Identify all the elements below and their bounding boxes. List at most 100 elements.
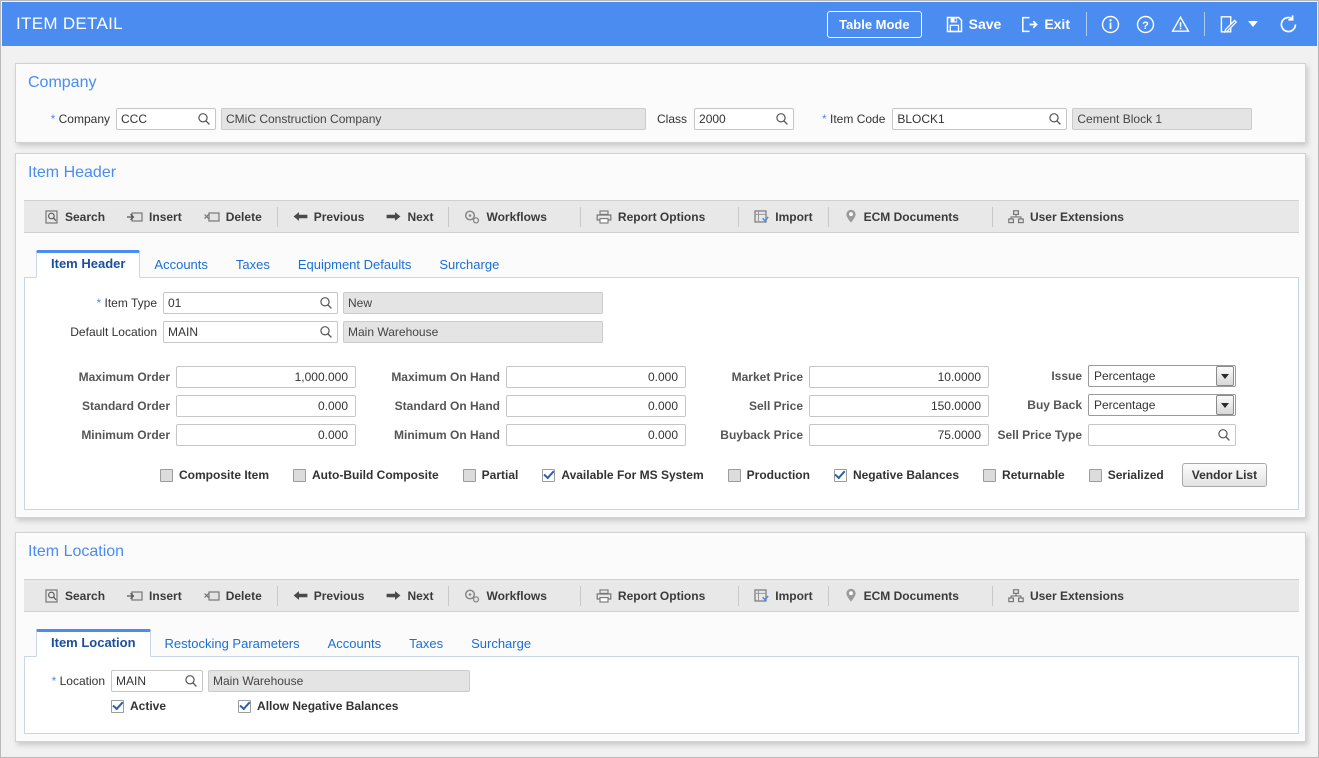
class-field-group: Class 2000 [657,108,795,130]
report-options-button[interactable]: Report Options [585,200,716,233]
save-icon [946,16,963,33]
item-type-search-icon[interactable] [319,296,333,310]
standard-order-input[interactable]: 0.000 [176,395,356,417]
report-options-button[interactable]: Report Options [585,579,716,612]
tab-taxes[interactable]: Taxes [222,252,284,278]
checkbox-production[interactable]: Production [727,468,810,482]
sell-price-type-search-icon[interactable] [1217,428,1231,442]
market-price-row: Market Price 10.0000 [693,366,989,388]
delete-label: Delete [225,209,262,224]
sell-price-type-input[interactable] [1088,424,1236,446]
tab-item-location[interactable]: Item Location [36,629,151,657]
notes-chevron-down-icon[interactable] [1248,21,1258,27]
user-extensions-button[interactable]: User Extensions [997,579,1135,612]
tab-surcharge[interactable]: Surcharge [425,252,513,278]
company-search-icon[interactable] [197,112,211,126]
actionbar-divider-5 [827,206,829,227]
table-mode-button[interactable]: Table Mode [827,10,922,38]
checkbox-partial[interactable]: Partial [462,468,518,482]
report-options-chevron-down-icon[interactable] [716,579,734,612]
item-type-input[interactable]: 01 [163,292,338,314]
workflows-button[interactable]: Workflows [453,200,557,233]
next-button[interactable]: Next [375,200,444,233]
insert-button[interactable]: Insert [116,579,193,612]
class-input[interactable]: 2000 [694,108,795,130]
buy-back-chevron-down-icon[interactable] [1216,395,1234,415]
ecm-documents-chevron-down-icon[interactable] [970,200,988,233]
delete-button[interactable]: Delete [193,200,273,233]
workflows-chevron-down-icon[interactable] [558,579,576,612]
tab-surcharge[interactable]: Surcharge [457,631,545,657]
item-header-tabpane: * Item Type 01 New Default Location MAIN [24,278,1299,510]
search-button[interactable]: Search [34,579,116,612]
buyback-price-input[interactable]: 75.0000 [809,424,989,446]
checkbox-negative-balances[interactable]: Negative Balances [833,468,959,482]
location-input[interactable]: MAIN [111,670,203,692]
user-extensions-icon [1008,588,1024,603]
checkbox-active[interactable]: Active [111,699,166,713]
vendor-list-button[interactable]: Vendor List [1181,463,1268,487]
checkbox-auto-build-composite[interactable]: Auto-Build Composite [293,468,439,482]
default-location-input[interactable]: MAIN [163,321,338,343]
refresh-icon[interactable] [1270,14,1307,35]
actionbar-divider-1 [276,206,278,227]
checkbox-composite-item[interactable]: Composite Item [160,468,269,482]
exit-label: Exit [1044,16,1070,32]
save-button[interactable]: Save [936,2,1012,46]
issue-row: Issue Percentage [987,365,1236,387]
warning-icon[interactable] [1163,15,1198,34]
tab-accounts[interactable]: Accounts [140,252,221,278]
search-button[interactable]: Search [34,200,116,233]
company-code-input[interactable]: CCC [116,108,216,130]
item-code-input[interactable]: BLOCK1 [892,108,1068,130]
tab-restocking-parameters[interactable]: Restocking Parameters [151,631,314,657]
notes-icon[interactable] [1211,15,1246,34]
minimum-on-hand-input[interactable]: 0.000 [506,424,686,446]
help-icon[interactable]: ? [1128,15,1163,34]
workflows-chevron-down-icon[interactable] [558,200,576,233]
buy-back-select[interactable]: Percentage [1088,394,1236,416]
standard-on-hand-input[interactable]: 0.000 [506,395,686,417]
checkbox-available-for-ms-system[interactable]: Available For MS System [542,468,704,482]
tab-accounts[interactable]: Accounts [314,631,395,657]
tab-taxes[interactable]: Taxes [395,631,457,657]
report-options-chevron-down-icon[interactable] [716,200,734,233]
exit-button[interactable]: Exit [1011,2,1080,46]
issue-chevron-down-icon[interactable] [1216,366,1234,386]
tab-equipment-defaults[interactable]: Equipment Defaults [284,252,425,278]
maximum-order-input[interactable]: 1,000.000 [176,366,356,388]
issue-select[interactable]: Percentage [1088,365,1236,387]
maximum-on-hand-input[interactable]: 0.000 [506,366,686,388]
import-button[interactable]: Import [743,200,823,233]
checkbox-returnable[interactable]: Returnable [983,468,1065,482]
delete-button[interactable]: Delete [193,579,273,612]
previous-button[interactable]: Previous [282,579,376,612]
checkbox-allow-negative-balances[interactable]: Allow Negative Balances [238,699,398,713]
previous-label: Previous [313,209,365,224]
sell-price-input[interactable]: 150.0000 [809,395,989,417]
info-icon[interactable] [1093,15,1128,34]
report-options-label: Report Options [617,209,706,224]
ecm-documents-button[interactable]: ECM Documents [833,200,970,233]
market-price-input[interactable]: 10.0000 [809,366,989,388]
import-icon [754,588,770,603]
arrow-left-icon [293,589,308,602]
next-button[interactable]: Next [375,579,444,612]
minimum-order-input[interactable]: 0.000 [176,424,356,446]
ecm-documents-button[interactable]: ECM Documents [833,579,970,612]
item-code-search-icon[interactable] [1048,112,1062,126]
standard-on-hand-row: Standard On Hand 0.000 [355,395,686,417]
previous-button[interactable]: Previous [282,200,376,233]
class-search-icon[interactable] [775,112,789,126]
ecm-documents-chevron-down-icon[interactable] [970,579,988,612]
insert-button[interactable]: Insert [116,200,193,233]
checkbox-serialized[interactable]: Serialized [1088,468,1164,482]
import-button[interactable]: Import [743,579,823,612]
tab-item-header[interactable]: Item Header [36,250,141,278]
workflows-button[interactable]: Workflows [453,579,557,612]
search-icon [45,209,59,224]
location-search-icon[interactable] [184,674,198,688]
actionbar-divider-1 [276,585,278,606]
user-extensions-button[interactable]: User Extensions [997,200,1135,233]
default-location-search-icon[interactable] [319,325,333,339]
